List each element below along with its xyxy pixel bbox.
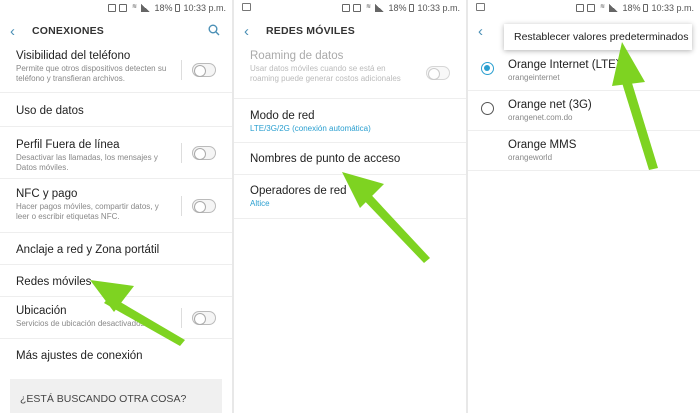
arrow-reset-defaults — [612, 42, 658, 170]
annotation-arrows — [90, 42, 658, 346]
arrow-apn — [342, 172, 430, 263]
arrow-mobile-networks — [90, 280, 185, 346]
